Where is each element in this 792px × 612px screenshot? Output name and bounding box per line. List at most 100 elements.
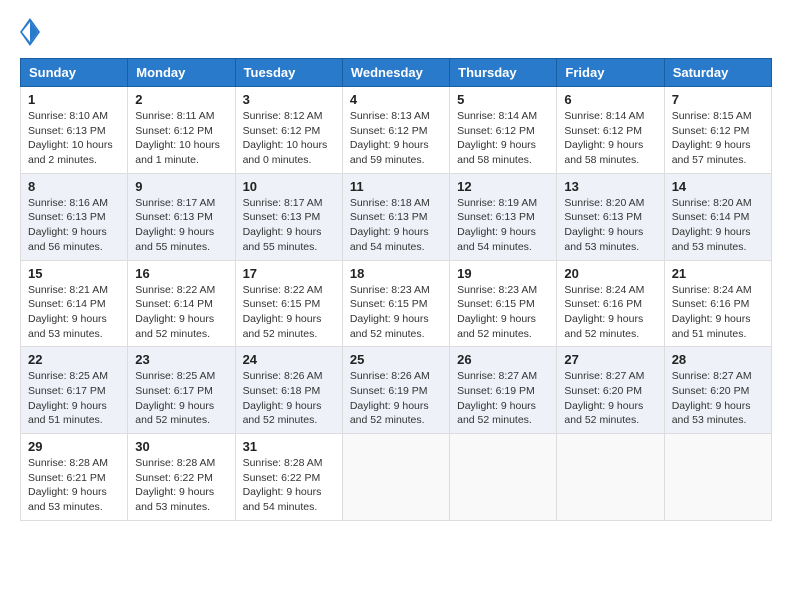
col-header-thursday: Thursday: [450, 59, 557, 87]
day-number: 28: [672, 352, 764, 367]
calendar-cell: 1Sunrise: 8:10 AM Sunset: 6:13 PM Daylig…: [21, 87, 128, 174]
day-number: 3: [243, 92, 335, 107]
day-number: 29: [28, 439, 120, 454]
calendar-cell: 27 Sunrise: 8:27 AM Sunset: 6:20 PM Dayli…: [557, 347, 664, 434]
calendar-week-row: 29 Sunrise: 8:28 AM Sunset: 6:21 PM Dayli…: [21, 434, 772, 521]
day-number: 17: [243, 266, 335, 281]
day-number: 30: [135, 439, 227, 454]
col-header-wednesday: Wednesday: [342, 59, 449, 87]
calendar-cell: 8 Sunrise: 8:16 AM Sunset: 6:13 PM Daylig…: [21, 173, 128, 260]
day-number: 13: [564, 179, 656, 194]
day-info: Sunrise: 8:27 AM Sunset: 6:19 PM Dayligh…: [457, 369, 549, 428]
day-info: Sunrise: 8:23 AM Sunset: 6:15 PM Dayligh…: [350, 283, 442, 342]
calendar-cell: 9 Sunrise: 8:17 AM Sunset: 6:13 PM Daylig…: [128, 173, 235, 260]
calendar-cell: 6Sunrise: 8:14 AM Sunset: 6:12 PM Daylig…: [557, 87, 664, 174]
day-info: Sunrise: 8:28 AM Sunset: 6:22 PM Dayligh…: [135, 456, 227, 515]
calendar-cell: 18 Sunrise: 8:23 AM Sunset: 6:15 PM Dayli…: [342, 260, 449, 347]
calendar-cell: 20 Sunrise: 8:24 AM Sunset: 6:16 PM Dayli…: [557, 260, 664, 347]
day-info: Sunrise: 8:14 AM Sunset: 6:12 PM Dayligh…: [457, 109, 549, 168]
calendar-week-row: 22 Sunrise: 8:25 AM Sunset: 6:17 PM Dayli…: [21, 347, 772, 434]
day-number: 10: [243, 179, 335, 194]
calendar-cell: 3 Sunrise: 8:12 AM Sunset: 6:12 PM Daylig…: [235, 87, 342, 174]
day-number: 20: [564, 266, 656, 281]
day-number: 27: [564, 352, 656, 367]
day-info: Sunrise: 8:22 AM Sunset: 6:15 PM Dayligh…: [243, 283, 335, 342]
day-number: 16: [135, 266, 227, 281]
day-info: Sunrise: 8:16 AM Sunset: 6:13 PM Dayligh…: [28, 196, 120, 255]
calendar-cell: 11 Sunrise: 8:18 AM Sunset: 6:13 PM Dayli…: [342, 173, 449, 260]
col-header-saturday: Saturday: [664, 59, 771, 87]
col-header-sunday: Sunday: [21, 59, 128, 87]
day-info: Sunrise: 8:27 AM Sunset: 6:20 PM Dayligh…: [672, 369, 764, 428]
calendar-cell: 30 Sunrise: 8:28 AM Sunset: 6:22 PM Dayli…: [128, 434, 235, 521]
calendar-cell: 4Sunrise: 8:13 AM Sunset: 6:12 PM Daylig…: [342, 87, 449, 174]
day-info: Sunrise: 8:24 AM Sunset: 6:16 PM Dayligh…: [564, 283, 656, 342]
day-info: Sunrise: 8:28 AM Sunset: 6:22 PM Dayligh…: [243, 456, 335, 515]
day-number: 6: [564, 92, 656, 107]
day-number: 11: [350, 179, 442, 194]
day-number: 7: [672, 92, 764, 107]
calendar-table: SundayMondayTuesdayWednesdayThursdayFrid…: [20, 58, 772, 521]
calendar-cell: 13 Sunrise: 8:20 AM Sunset: 6:13 PM Dayli…: [557, 173, 664, 260]
day-number: 26: [457, 352, 549, 367]
page-header: [20, 20, 772, 48]
day-info: Sunrise: 8:18 AM Sunset: 6:13 PM Dayligh…: [350, 196, 442, 255]
day-number: 5: [457, 92, 549, 107]
calendar-cell: 26 Sunrise: 8:27 AM Sunset: 6:19 PM Dayli…: [450, 347, 557, 434]
calendar-cell: 12 Sunrise: 8:19 AM Sunset: 6:13 PM Dayli…: [450, 173, 557, 260]
day-info: Sunrise: 8:19 AM Sunset: 6:13 PM Dayligh…: [457, 196, 549, 255]
day-number: 8: [28, 179, 120, 194]
col-header-friday: Friday: [557, 59, 664, 87]
day-info: Sunrise: 8:25 AM Sunset: 6:17 PM Dayligh…: [28, 369, 120, 428]
day-number: 19: [457, 266, 549, 281]
calendar-cell: [557, 434, 664, 521]
day-number: 15: [28, 266, 120, 281]
calendar-cell: 29 Sunrise: 8:28 AM Sunset: 6:21 PM Dayli…: [21, 434, 128, 521]
col-header-tuesday: Tuesday: [235, 59, 342, 87]
calendar-cell: 24Sunrise: 8:26 AM Sunset: 6:18 PM Dayli…: [235, 347, 342, 434]
day-info: Sunrise: 8:17 AM Sunset: 6:13 PM Dayligh…: [135, 196, 227, 255]
day-number: 1: [28, 92, 120, 107]
day-info: Sunrise: 8:20 AM Sunset: 6:14 PM Dayligh…: [672, 196, 764, 255]
calendar-cell: [664, 434, 771, 521]
day-number: 23: [135, 352, 227, 367]
calendar-cell: 23Sunrise: 8:25 AM Sunset: 6:17 PM Dayli…: [128, 347, 235, 434]
calendar-cell: 19 Sunrise: 8:23 AM Sunset: 6:15 PM Dayli…: [450, 260, 557, 347]
calendar-cell: [342, 434, 449, 521]
calendar-week-row: 15 Sunrise: 8:21 AM Sunset: 6:14 PM Dayli…: [21, 260, 772, 347]
calendar-cell: 25 Sunrise: 8:26 AM Sunset: 6:19 PM Dayli…: [342, 347, 449, 434]
calendar-cell: 2Sunrise: 8:11 AM Sunset: 6:12 PM Daylig…: [128, 87, 235, 174]
calendar-week-row: 1Sunrise: 8:10 AM Sunset: 6:13 PM Daylig…: [21, 87, 772, 174]
day-info: Sunrise: 8:26 AM Sunset: 6:19 PM Dayligh…: [350, 369, 442, 428]
calendar-cell: 21Sunrise: 8:24 AM Sunset: 6:16 PM Dayli…: [664, 260, 771, 347]
day-info: Sunrise: 8:17 AM Sunset: 6:13 PM Dayligh…: [243, 196, 335, 255]
day-info: Sunrise: 8:21 AM Sunset: 6:14 PM Dayligh…: [28, 283, 120, 342]
day-info: Sunrise: 8:26 AM Sunset: 6:18 PM Dayligh…: [243, 369, 335, 428]
day-number: 18: [350, 266, 442, 281]
day-number: 31: [243, 439, 335, 454]
calendar-cell: 17 Sunrise: 8:22 AM Sunset: 6:15 PM Dayli…: [235, 260, 342, 347]
logo: [20, 20, 44, 48]
calendar-week-row: 8 Sunrise: 8:16 AM Sunset: 6:13 PM Daylig…: [21, 173, 772, 260]
day-info: Sunrise: 8:23 AM Sunset: 6:15 PM Dayligh…: [457, 283, 549, 342]
day-info: Sunrise: 8:12 AM Sunset: 6:12 PM Dayligh…: [243, 109, 335, 168]
day-info: Sunrise: 8:15 AM Sunset: 6:12 PM Dayligh…: [672, 109, 764, 168]
day-number: 2: [135, 92, 227, 107]
calendar-cell: 22 Sunrise: 8:25 AM Sunset: 6:17 PM Dayli…: [21, 347, 128, 434]
day-info: Sunrise: 8:28 AM Sunset: 6:21 PM Dayligh…: [28, 456, 120, 515]
calendar-cell: 15 Sunrise: 8:21 AM Sunset: 6:14 PM Dayli…: [21, 260, 128, 347]
day-number: 9: [135, 179, 227, 194]
day-number: 25: [350, 352, 442, 367]
calendar-cell: 31 Sunrise: 8:28 AM Sunset: 6:22 PM Dayli…: [235, 434, 342, 521]
day-number: 14: [672, 179, 764, 194]
calendar-header-row: SundayMondayTuesdayWednesdayThursdayFrid…: [21, 59, 772, 87]
col-header-monday: Monday: [128, 59, 235, 87]
day-info: Sunrise: 8:20 AM Sunset: 6:13 PM Dayligh…: [564, 196, 656, 255]
calendar-cell: 28 Sunrise: 8:27 AM Sunset: 6:20 PM Dayli…: [664, 347, 771, 434]
calendar-cell: [450, 434, 557, 521]
day-number: 22: [28, 352, 120, 367]
calendar-cell: 16Sunrise: 8:22 AM Sunset: 6:14 PM Dayli…: [128, 260, 235, 347]
day-info: Sunrise: 8:27 AM Sunset: 6:20 PM Dayligh…: [564, 369, 656, 428]
day-number: 12: [457, 179, 549, 194]
day-info: Sunrise: 8:13 AM Sunset: 6:12 PM Dayligh…: [350, 109, 442, 168]
